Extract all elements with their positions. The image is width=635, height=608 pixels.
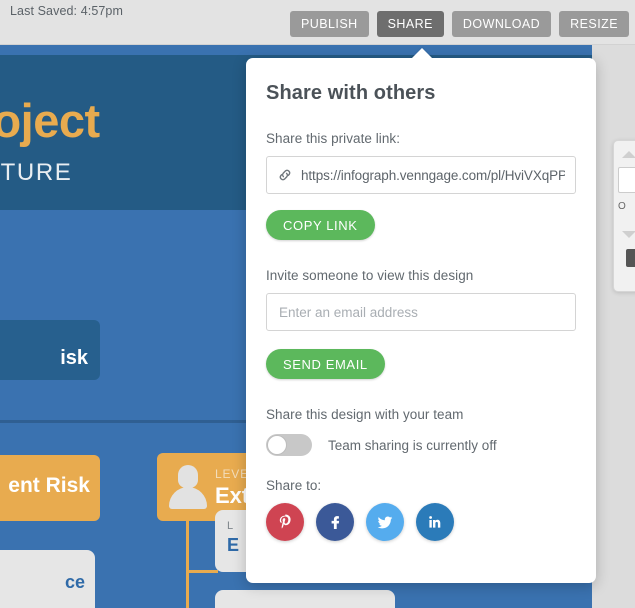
last-saved-status: Last Saved: 4:57pm — [10, 4, 123, 18]
editor-root: es Project STRUCTURE isk ent Risk LEVE E… — [0, 0, 635, 608]
chain-link-icon — [277, 167, 293, 183]
twitter-share-icon[interactable] — [366, 503, 404, 541]
infographic-connector-vertical — [186, 521, 189, 608]
facebook-share-icon[interactable] — [316, 503, 354, 541]
infographic-level-big-label: Ext — [215, 483, 250, 508]
private-link-field[interactable]: https://infograph.venngage.com/pl/HviVXq… — [266, 156, 576, 194]
infographic-orange-card-left[interactable]: ent Risk — [0, 455, 100, 521]
infographic-subtitle: STRUCTURE — [0, 159, 73, 186]
team-share-toggle-row: Team sharing is currently off — [266, 434, 576, 456]
team-sharing-toggle[interactable] — [266, 434, 312, 456]
linkedin-share-icon[interactable] — [416, 503, 454, 541]
infographic-title: es Project — [0, 94, 100, 147]
toolbar-button-group: PUBLISH SHARE DOWNLOAD RESIZE — [289, 11, 629, 37]
send-email-button[interactable]: SEND EMAIL — [266, 349, 385, 379]
infographic-grey-card-3-big: E — [227, 535, 240, 555]
infographic-grey-card-3-small: L — [227, 520, 234, 532]
right-panel-input[interactable] — [618, 167, 635, 193]
share-popover-title: Share with others — [266, 82, 436, 104]
team-sharing-status-text: Team sharing is currently off — [328, 437, 497, 453]
infographic-connector-horizontal — [186, 570, 218, 573]
social-share-row — [266, 503, 576, 541]
chevron-down-icon[interactable] — [622, 231, 635, 238]
person-icon — [169, 465, 207, 509]
share-button[interactable]: SHARE — [376, 11, 444, 37]
pinterest-share-icon[interactable] — [266, 503, 304, 541]
private-link-url: https://infograph.venngage.com/pl/HviVXq… — [301, 167, 565, 183]
invite-label: Invite someone to view this design — [266, 268, 474, 283]
infographic-grey-card-1[interactable]: ce — [0, 550, 95, 608]
email-input[interactable] — [266, 293, 576, 331]
chevron-up-icon[interactable] — [622, 151, 635, 158]
right-tool-panel[interactable]: O — [613, 140, 635, 292]
private-link-label: Share this private link: — [266, 131, 401, 146]
publish-button[interactable]: PUBLISH — [289, 11, 369, 37]
download-button[interactable]: DOWNLOAD — [451, 11, 552, 37]
share-to-label: Share to: — [266, 478, 322, 493]
resize-button[interactable]: RESIZE — [559, 11, 629, 37]
infographic-grey-card-4[interactable] — [215, 590, 395, 608]
infographic-level-small-label: LEVE — [215, 467, 249, 481]
popover-caret — [411, 48, 433, 59]
team-share-label: Share this design with your team — [266, 407, 464, 422]
share-popover: Share with others Share this private lin… — [246, 58, 596, 583]
right-panel-label: O — [618, 201, 626, 212]
infographic-orange-card-label: ent Risk — [8, 474, 90, 497]
infographic-grey-card-1-label: ce — [64, 572, 85, 592]
top-toolbar: Last Saved: 4:57pm PUBLISH SHARE DOWNLOA… — [0, 0, 635, 45]
copy-link-button[interactable]: COPY LINK — [266, 210, 375, 240]
toggle-knob — [267, 435, 287, 455]
infographic-dark-card[interactable]: isk — [0, 320, 100, 380]
infographic-dark-card-label: isk — [60, 347, 88, 369]
color-swatch[interactable] — [626, 249, 635, 267]
